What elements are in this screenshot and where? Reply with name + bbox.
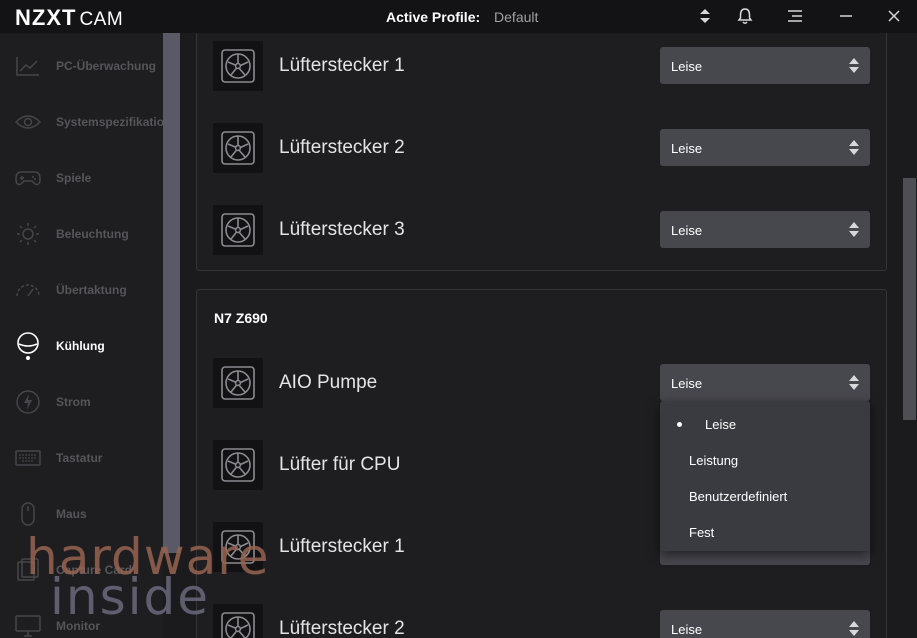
dropdown-option-label: Fest bbox=[689, 525, 715, 540]
fan-row: Lüfterstecker 2 Leise bbox=[213, 604, 873, 638]
keyboard-icon bbox=[15, 445, 41, 471]
fan-label: Lüfterstecker 1 bbox=[279, 55, 405, 76]
pump-mode-value: Leise bbox=[671, 376, 703, 391]
title-bar: NZXT CAM Active Profile: Default bbox=[0, 0, 917, 33]
mouse-icon bbox=[15, 501, 41, 527]
brand-name: NZXT bbox=[15, 5, 77, 30]
fan-mode-value: Leise bbox=[671, 622, 703, 637]
sidebar-item-overclocking[interactable]: Übertaktung bbox=[0, 270, 163, 310]
pump-mode-select[interactable]: Leise bbox=[660, 364, 870, 401]
fan-label: Lüfterstecker 2 bbox=[279, 618, 405, 638]
chevron-up-down-icon bbox=[849, 621, 859, 636]
selected-dot-icon bbox=[677, 422, 682, 427]
sidebar-item-mouse[interactable]: Maus bbox=[0, 494, 163, 534]
fan-icon bbox=[213, 440, 263, 490]
fan-label: Lüfter für CPU bbox=[279, 454, 401, 475]
gauge-icon bbox=[15, 277, 41, 303]
mode-dropdown-menu: Leise Leistung Benutzerdefiniert Fest bbox=[660, 401, 870, 551]
sidebar-item-label: PC-Überwachung bbox=[56, 59, 157, 73]
fan-icon bbox=[213, 41, 263, 91]
profile-switch-icon[interactable] bbox=[695, 6, 715, 26]
sidebar-item-pc-monitoring[interactable]: PC-Überwachung bbox=[0, 46, 163, 86]
chevron-up-down-icon bbox=[849, 140, 859, 155]
menu-icon[interactable] bbox=[785, 6, 805, 26]
capture-card-icon bbox=[15, 557, 41, 583]
dropdown-option-label: Leise bbox=[705, 417, 737, 432]
sidebar-item-label: Übertaktung bbox=[56, 283, 127, 297]
sidebar-item-label: Kühlung bbox=[56, 339, 105, 353]
dropdown-option-leistung[interactable]: Leistung bbox=[660, 445, 870, 475]
close-icon[interactable] bbox=[884, 6, 904, 26]
sidebar-item-label: Beleuchtung bbox=[56, 227, 129, 241]
fan-mode-select[interactable]: Leise bbox=[660, 47, 870, 84]
fan-mode-value: Leise bbox=[671, 223, 703, 238]
fan-icon bbox=[213, 604, 263, 638]
sun-icon bbox=[15, 221, 41, 247]
active-profile-label: Active Profile: bbox=[386, 9, 481, 25]
active-profile-value[interactable]: Default bbox=[494, 9, 538, 25]
sidebar-item-label: Spiele bbox=[56, 171, 92, 185]
fan-mode-value: Leise bbox=[671, 59, 703, 74]
chevron-up-down-icon bbox=[849, 58, 859, 73]
monitor-icon bbox=[15, 613, 41, 638]
eye-icon bbox=[15, 109, 41, 135]
sidebar-item-label: Tastatur bbox=[56, 451, 103, 465]
fan-icon bbox=[213, 123, 263, 173]
fan-mode-value: Leise bbox=[671, 141, 703, 156]
fan-row: Lüfterstecker 1 Leise bbox=[213, 41, 873, 91]
sidebar-item-capture-card[interactable]: Capture Card bbox=[0, 550, 163, 590]
sidebar-item-label: Maus bbox=[56, 507, 87, 521]
dropdown-option-benutzerdefiniert[interactable]: Benutzerdefiniert bbox=[660, 481, 870, 511]
fan-row: Lüfterstecker 2 Leise bbox=[213, 123, 873, 173]
fan-label: Lüfterstecker 2 bbox=[279, 137, 405, 158]
sidebar-item-cooling[interactable]: Kühlung bbox=[0, 326, 163, 366]
bolt-icon bbox=[15, 389, 41, 415]
sidebar-item-label: Monitor bbox=[56, 619, 100, 633]
bell-icon[interactable] bbox=[735, 6, 755, 26]
fan-icon bbox=[213, 205, 263, 255]
fan-mode-select[interactable]: Leise bbox=[660, 129, 870, 166]
chevron-up-down-icon bbox=[849, 375, 859, 390]
sidebar-item-label: Strom bbox=[56, 395, 91, 409]
gamepad-icon bbox=[15, 165, 41, 191]
fan-mode-select[interactable]: Leise bbox=[660, 610, 870, 638]
sidebar-item-games[interactable]: Spiele bbox=[0, 158, 163, 198]
chart-line-icon bbox=[15, 53, 41, 79]
dropdown-option-leise[interactable]: Leise bbox=[660, 409, 870, 439]
chevron-up-down-icon bbox=[849, 222, 859, 237]
minimize-icon[interactable] bbox=[836, 6, 856, 26]
device-card-1: Lüfterstecker 1 Leise Lüfterstecker 2 Le… bbox=[196, 33, 887, 271]
sidebar-scrollbar[interactable] bbox=[163, 33, 180, 553]
main-scrollbar-thumb[interactable] bbox=[903, 178, 916, 420]
dropdown-option-label: Leistung bbox=[689, 453, 739, 468]
dropdown-option-label: Benutzerdefiniert bbox=[689, 489, 788, 504]
fan-row: Lüfterstecker 3 Leise bbox=[213, 205, 873, 255]
sidebar: PC-Überwachung Systemspezifikationen Spi… bbox=[0, 33, 185, 638]
sidebar-item-power[interactable]: Strom bbox=[0, 382, 163, 422]
dropdown-option-fest[interactable]: Fest bbox=[660, 517, 870, 547]
active-profile: Active Profile: Default bbox=[386, 9, 538, 25]
sidebar-item-label: Capture Card bbox=[56, 563, 133, 577]
fan-mode-select[interactable]: Leise bbox=[660, 211, 870, 248]
fan-icon bbox=[213, 522, 263, 572]
sidebar-item-lighting[interactable]: Beleuchtung bbox=[0, 214, 163, 254]
fan-icon bbox=[213, 358, 263, 408]
app-name: CAM bbox=[79, 9, 124, 30]
fan-label: Lüfterstecker 3 bbox=[279, 219, 405, 240]
sidebar-item-monitor[interactable]: Monitor bbox=[0, 606, 163, 638]
cooling-icon bbox=[15, 332, 41, 360]
device-title: N7 Z690 bbox=[214, 310, 268, 326]
app-logo: NZXT CAM bbox=[15, 5, 124, 30]
pump-label: AIO Pumpe bbox=[279, 372, 378, 393]
sidebar-item-keyboard[interactable]: Tastatur bbox=[0, 438, 163, 478]
fan-label: Lüfterstecker 1 bbox=[279, 536, 405, 557]
sidebar-item-system-specs[interactable]: Systemspezifikationen bbox=[0, 102, 185, 142]
